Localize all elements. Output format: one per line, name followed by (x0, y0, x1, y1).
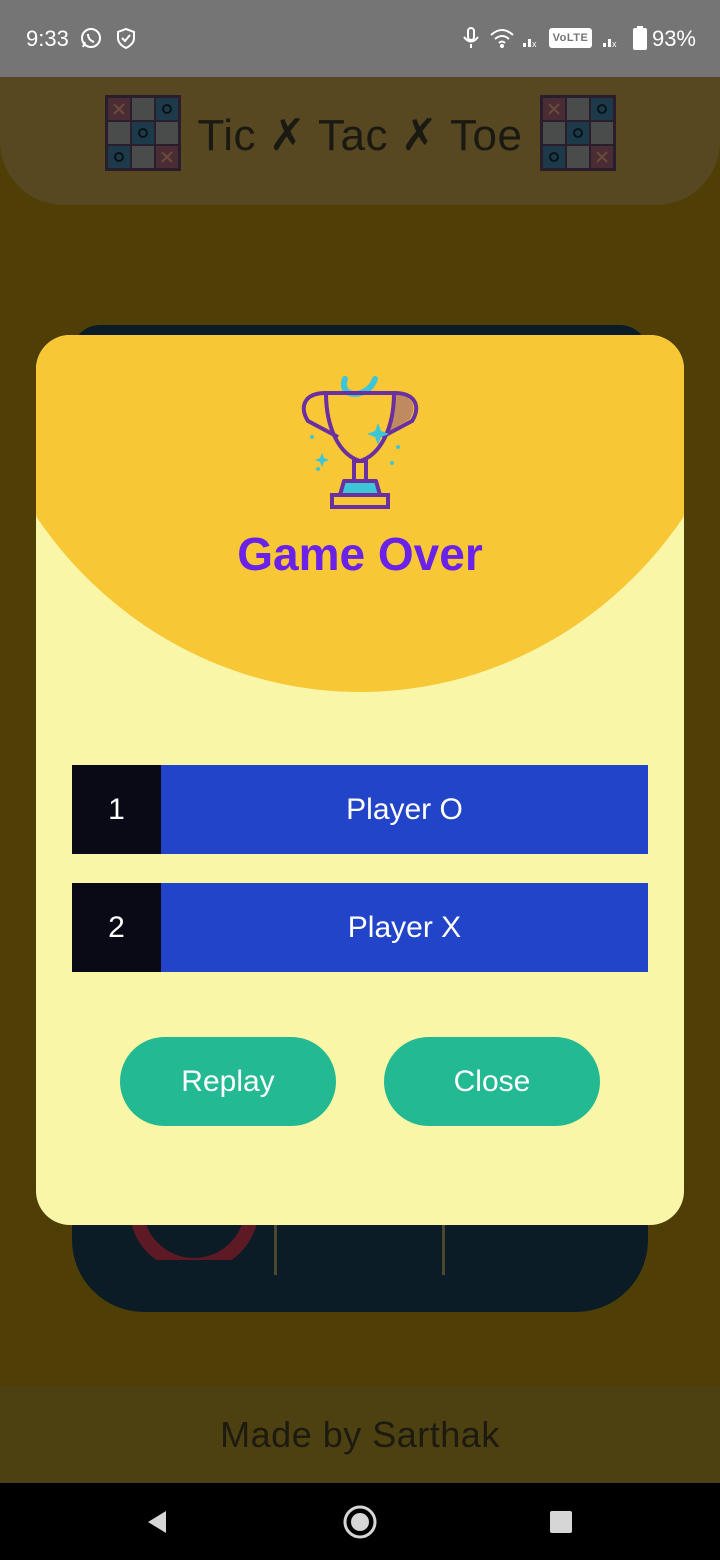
board-grid-line (442, 1220, 445, 1275)
signal-icon: x (520, 25, 542, 51)
replay-button[interactable]: Replay (120, 1037, 336, 1126)
status-bar: 9:33 x VoLTE x 93% (0, 0, 720, 77)
back-icon[interactable] (144, 1509, 170, 1535)
rank-player-name: Player O (161, 765, 648, 854)
status-time: 9:33 (26, 26, 69, 51)
rank-number: 1 (72, 765, 161, 854)
navigation-bar (0, 1483, 720, 1560)
battery-icon (632, 25, 648, 51)
whatsapp-icon (78, 25, 104, 51)
microphone-icon (460, 25, 482, 51)
recents-icon[interactable] (549, 1510, 573, 1534)
game-over-dialog: Game Over 1 Player O 2 Player X Replay C… (36, 335, 684, 1225)
svg-text:x: x (532, 39, 537, 49)
footer-credit: Made by Sarthak (220, 1414, 500, 1455)
svg-text:x: x (612, 39, 617, 49)
ranking-row: 1 Player O (72, 765, 648, 854)
rank-number: 2 (72, 883, 161, 972)
signal-icon: x (600, 25, 622, 51)
rank-player-name: Player X (161, 883, 648, 972)
dialog-title: Game Over (237, 528, 483, 580)
board-grid-line (274, 1220, 277, 1275)
trophy-icon (301, 376, 419, 509)
volte-badge: VoLTE (549, 28, 592, 48)
close-button[interactable]: Close (384, 1037, 600, 1126)
home-icon[interactable] (342, 1504, 378, 1540)
wifi-icon (488, 25, 516, 51)
shield-icon (113, 25, 139, 51)
tic-tac-toe-logo-icon (540, 95, 616, 171)
battery-percentage: 93% (651, 26, 696, 51)
ranking-row: 2 Player X (72, 883, 648, 972)
